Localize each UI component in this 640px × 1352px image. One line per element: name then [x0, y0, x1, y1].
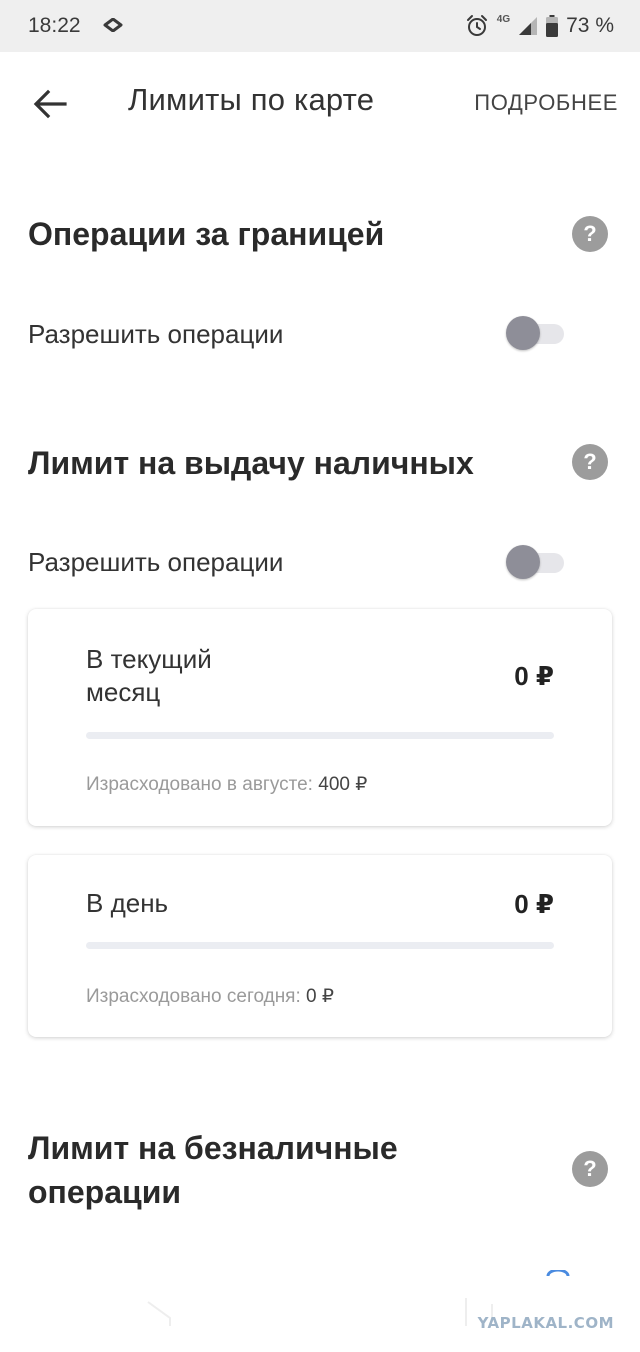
signal-icon [518, 16, 538, 36]
spent-note-prefix: Израсходовано сегодня: [86, 986, 307, 1007]
spent-amount: 0 ₽ [306, 986, 334, 1007]
section-title-line1: Лимит на безналичные [28, 1130, 398, 1166]
spent-note: Израсходовано в августе: 400 ₽ [86, 773, 367, 796]
card-limit-value: 0 ₽ [514, 661, 554, 691]
help-icon[interactable]: ? [572, 444, 608, 480]
limit-card-day[interactable]: В день 0 ₽ Израсходовано сегодня: 0 ₽ [28, 855, 612, 1037]
arrow-left-icon [33, 89, 67, 119]
limit-progress-bar [86, 942, 554, 949]
card-label-line1: В текущий [86, 644, 212, 674]
spent-amount: 400 ₽ [318, 774, 368, 795]
card-limit-value: 0 ₽ [514, 889, 554, 919]
details-link[interactable]: ПОДРОБНЕЕ [474, 90, 618, 116]
watermark: YAPLAKAL.COM [477, 1314, 614, 1332]
alarm-icon [465, 14, 489, 38]
app-notification-icon [103, 14, 123, 38]
spent-note-prefix: Израсходовано в августе: [86, 774, 319, 795]
toggle-thumb [506, 545, 540, 579]
section-title-abroad: Операции за границей [28, 216, 385, 252]
page-title: Лимиты по карте [128, 82, 375, 117]
network-type-label: 4G [496, 13, 511, 25]
card-label-line2: месяц [86, 677, 161, 707]
battery-percent: 73 % [566, 14, 614, 37]
card-label: В день [86, 888, 169, 918]
partial-content [0, 1268, 640, 1352]
limit-card-month[interactable]: В текущий месяц 0 ₽ Израсходовано в авгу… [28, 609, 612, 826]
toggle-thumb [506, 316, 540, 350]
card-label: В текущий месяц [86, 643, 212, 709]
allow-abroad-toggle[interactable] [506, 316, 564, 350]
status-bar: 18:22 4G 73 % [0, 0, 640, 52]
limit-progress-bar [86, 732, 554, 739]
section-title-cash: Лимит на выдачу наличных [28, 445, 474, 481]
allow-abroad-label: Разрешить операции [28, 319, 284, 349]
battery-icon [546, 15, 559, 37]
allow-cash-label: Разрешить операции [28, 547, 284, 577]
help-icon[interactable]: ? [572, 216, 608, 252]
section-title-cashless: Лимит на безналичные операции [28, 1126, 398, 1214]
help-icon[interactable]: ? [572, 1151, 608, 1187]
section-title-line2: операции [28, 1174, 182, 1210]
allow-cash-toggle[interactable] [506, 545, 564, 579]
back-button[interactable] [28, 82, 72, 126]
spent-note: Израсходовано сегодня: 0 ₽ [86, 985, 334, 1008]
status-time: 18:22 [28, 14, 81, 37]
app-bar: Лимиты по карте ПОДРОБНЕЕ [0, 52, 640, 156]
